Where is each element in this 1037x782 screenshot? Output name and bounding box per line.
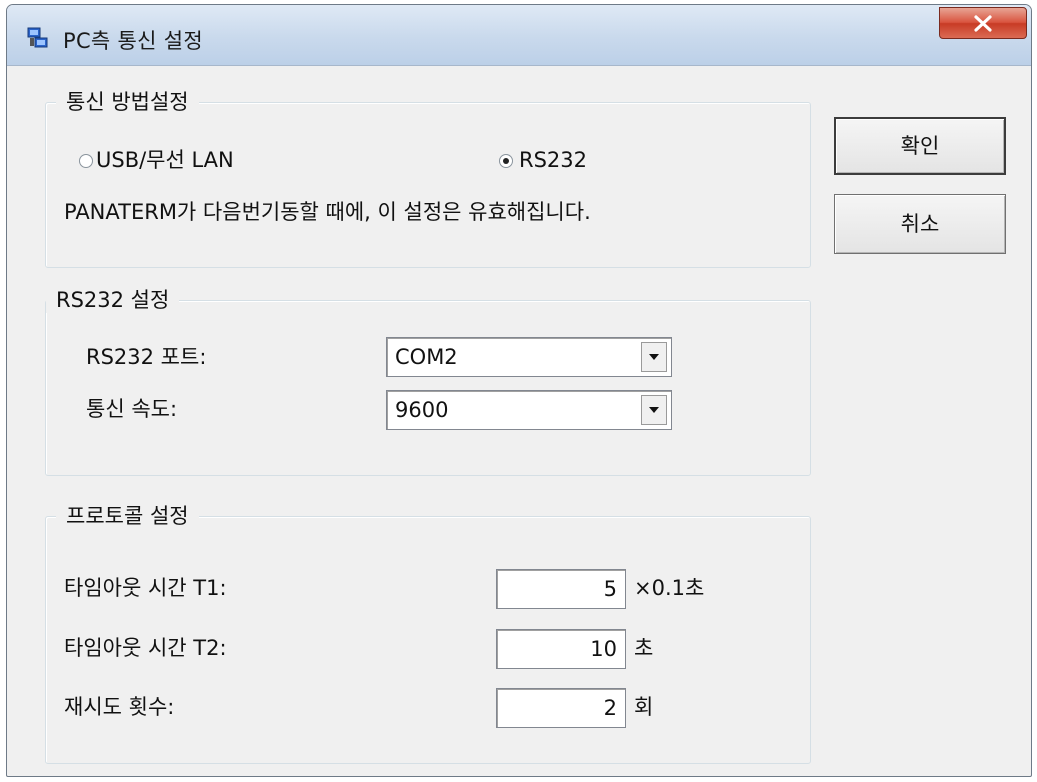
timeout-t2-value: 10 bbox=[590, 637, 617, 661]
cancel-button[interactable]: 취소 bbox=[834, 194, 1006, 254]
radio-usb-wireless[interactable] bbox=[79, 154, 93, 168]
dropdown-arrow-icon[interactable] bbox=[641, 342, 667, 372]
rs232-port-value: COM2 bbox=[395, 345, 458, 369]
close-icon bbox=[974, 15, 992, 32]
window-title: PC측 통신 설정 bbox=[63, 29, 203, 53]
rs232-group: RS232 설정 RS232 포트: COM2 통신 속도: 9600 bbox=[45, 287, 811, 476]
retry-count-label: 재시도 횟수: bbox=[64, 695, 175, 719]
comm-method-group-title: 통신 방법설정 bbox=[56, 89, 199, 115]
radio-usb-wireless-label[interactable]: USB/무선 LAN bbox=[96, 147, 234, 173]
comm-speed-select[interactable]: 9600 bbox=[386, 390, 672, 430]
timeout-t1-unit: ×0.1초 bbox=[634, 576, 705, 600]
rs232-port-select[interactable]: COM2 bbox=[386, 337, 672, 377]
close-button[interactable] bbox=[939, 7, 1027, 39]
dropdown-arrow-icon[interactable] bbox=[641, 395, 667, 425]
protocol-group-title: 프로토콜 설정 bbox=[56, 503, 199, 529]
timeout-t1-value: 5 bbox=[603, 577, 617, 601]
retry-count-input[interactable]: 2 bbox=[496, 688, 626, 728]
protocol-group: 프로토콜 설정 타임아웃 시간 T1: 5 ×0.1초 타임아웃 시간 T2: … bbox=[45, 503, 811, 764]
rs232-port-label: RS232 포트: bbox=[86, 345, 207, 369]
title-bar[interactable]: PC측 통신 설정 bbox=[7, 5, 1031, 66]
window-app-icon[interactable] bbox=[27, 27, 49, 49]
radio-rs232-label[interactable]: RS232 bbox=[519, 147, 587, 173]
restart-note: PANATERM가 다음번기동할 때에, 이 설정은 유효해집니다. bbox=[64, 200, 591, 224]
timeout-t2-input[interactable]: 10 bbox=[496, 629, 626, 669]
ok-button[interactable]: 확인 bbox=[834, 117, 1006, 175]
comm-speed-value: 9600 bbox=[395, 398, 449, 422]
comm-method-group: 통신 방법설정 USB/무선 LAN RS232 PANATERM가 다음번기동… bbox=[45, 89, 811, 268]
timeout-t1-label: 타임아웃 시간 T1: bbox=[64, 576, 227, 600]
comm-speed-label: 통신 속도: bbox=[86, 397, 178, 421]
retry-count-value: 2 bbox=[603, 696, 617, 720]
dialog-client-area: 통신 방법설정 USB/무선 LAN RS232 PANATERM가 다음번기동… bbox=[14, 66, 1024, 769]
timeout-t2-unit: 초 bbox=[634, 636, 654, 660]
retry-count-unit: 회 bbox=[634, 695, 654, 719]
dialog-window: PC측 통신 설정 통신 방법설정 USB/무선 LAN RS232 PANAT… bbox=[6, 4, 1032, 777]
timeout-t2-label: 타임아웃 시간 T2: bbox=[64, 636, 227, 660]
timeout-t1-input[interactable]: 5 bbox=[496, 569, 626, 609]
radio-rs232[interactable] bbox=[499, 154, 513, 168]
rs232-group-title: RS232 설정 bbox=[46, 287, 180, 313]
